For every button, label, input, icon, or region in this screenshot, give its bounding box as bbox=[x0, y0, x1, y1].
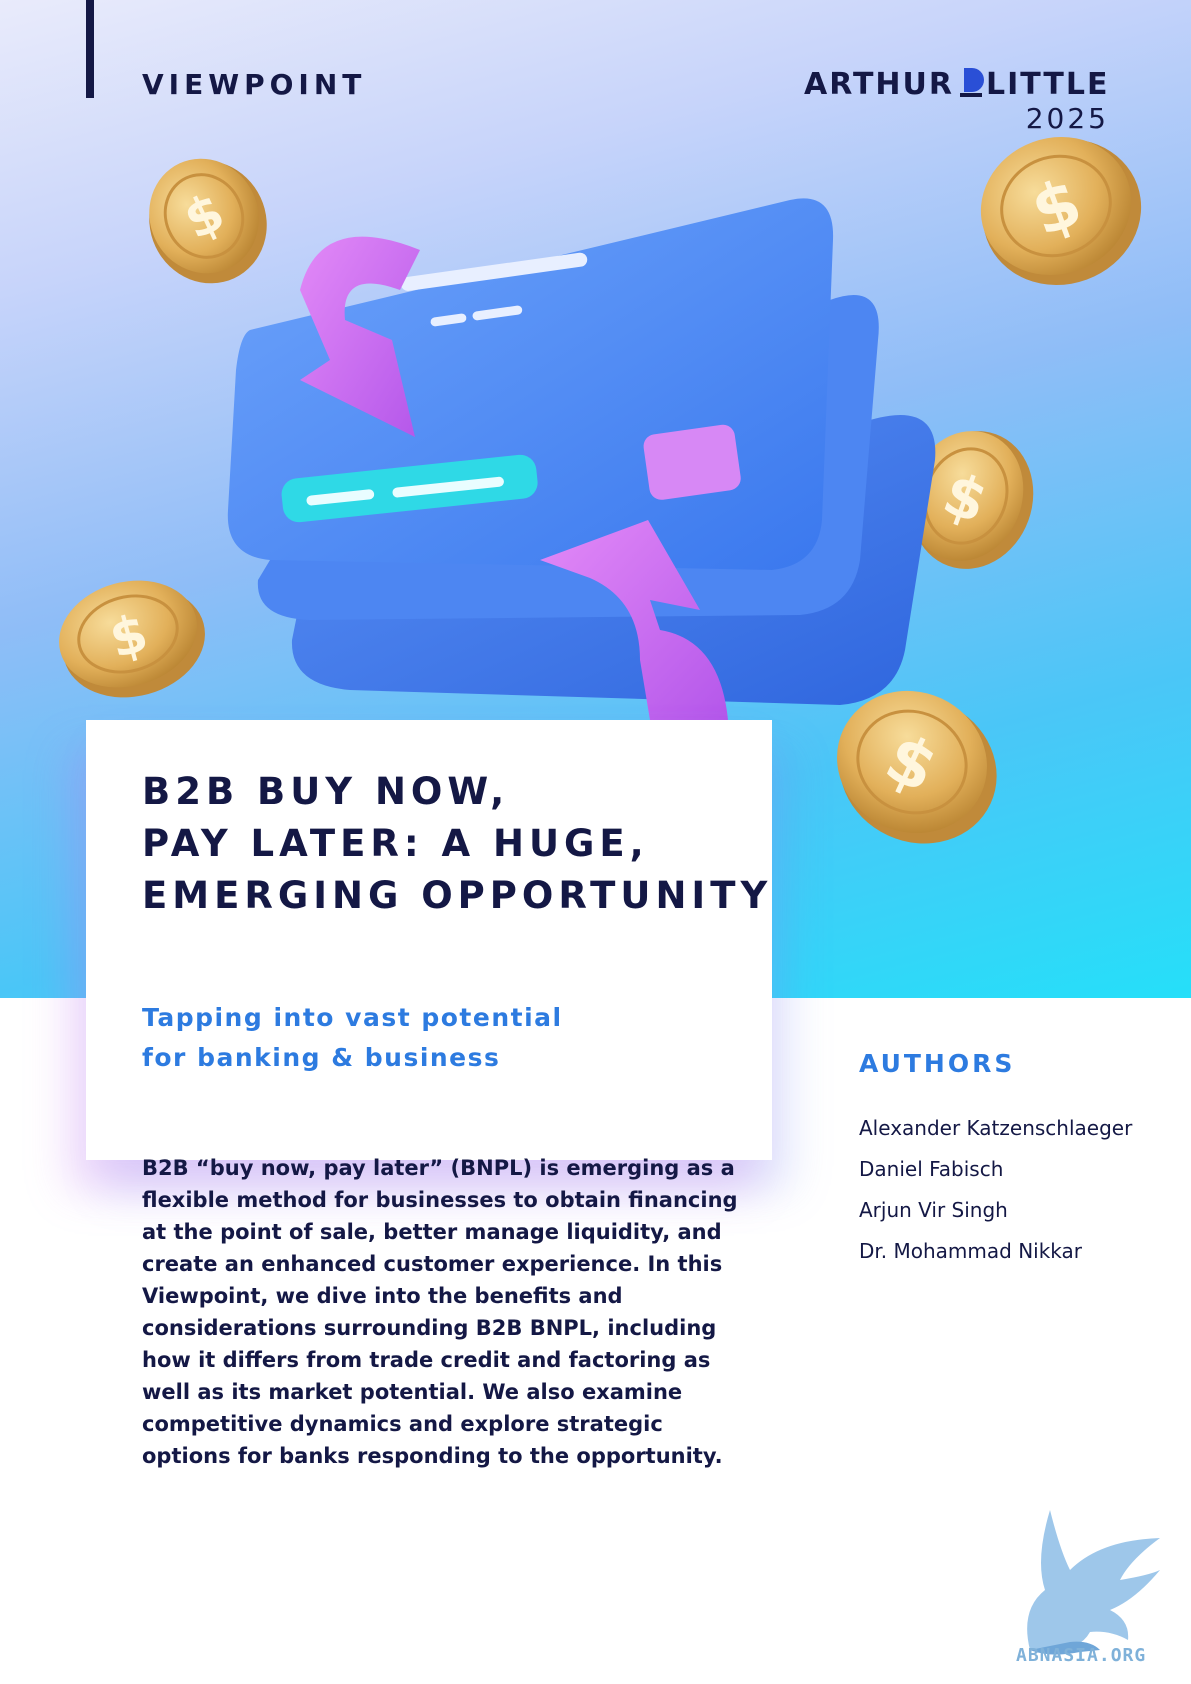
coin-icon: $ bbox=[59, 580, 205, 698]
authors-heading: AUTHORS bbox=[859, 1049, 1016, 1078]
watermark-text: ABNASIA.ORG bbox=[1016, 1645, 1147, 1666]
subtitle-line-2: for banking & business bbox=[142, 1043, 501, 1072]
author-name: Dr. Mohammad Nikkar bbox=[859, 1239, 1083, 1263]
report-title-line-1: B2B BUY NOW, bbox=[142, 770, 510, 813]
author-name: Alexander Katzenschlaeger bbox=[859, 1116, 1133, 1140]
subtitle-line-1: Tapping into vast potential bbox=[142, 1003, 563, 1032]
coin-icon: $ bbox=[149, 158, 267, 284]
report-title-line-2: PAY LATER: A HUGE, bbox=[142, 822, 649, 865]
report-title-line-3: EMERGING OPPORTUNITY bbox=[142, 874, 773, 917]
author-name: Daniel Fabisch bbox=[859, 1157, 1004, 1181]
summary-paragraph: B2B “buy now, pay later” (BNPL) is emerg… bbox=[142, 1156, 738, 1468]
coin-icon: $ bbox=[980, 137, 1142, 285]
author-name: Arjun Vir Singh bbox=[859, 1198, 1008, 1222]
